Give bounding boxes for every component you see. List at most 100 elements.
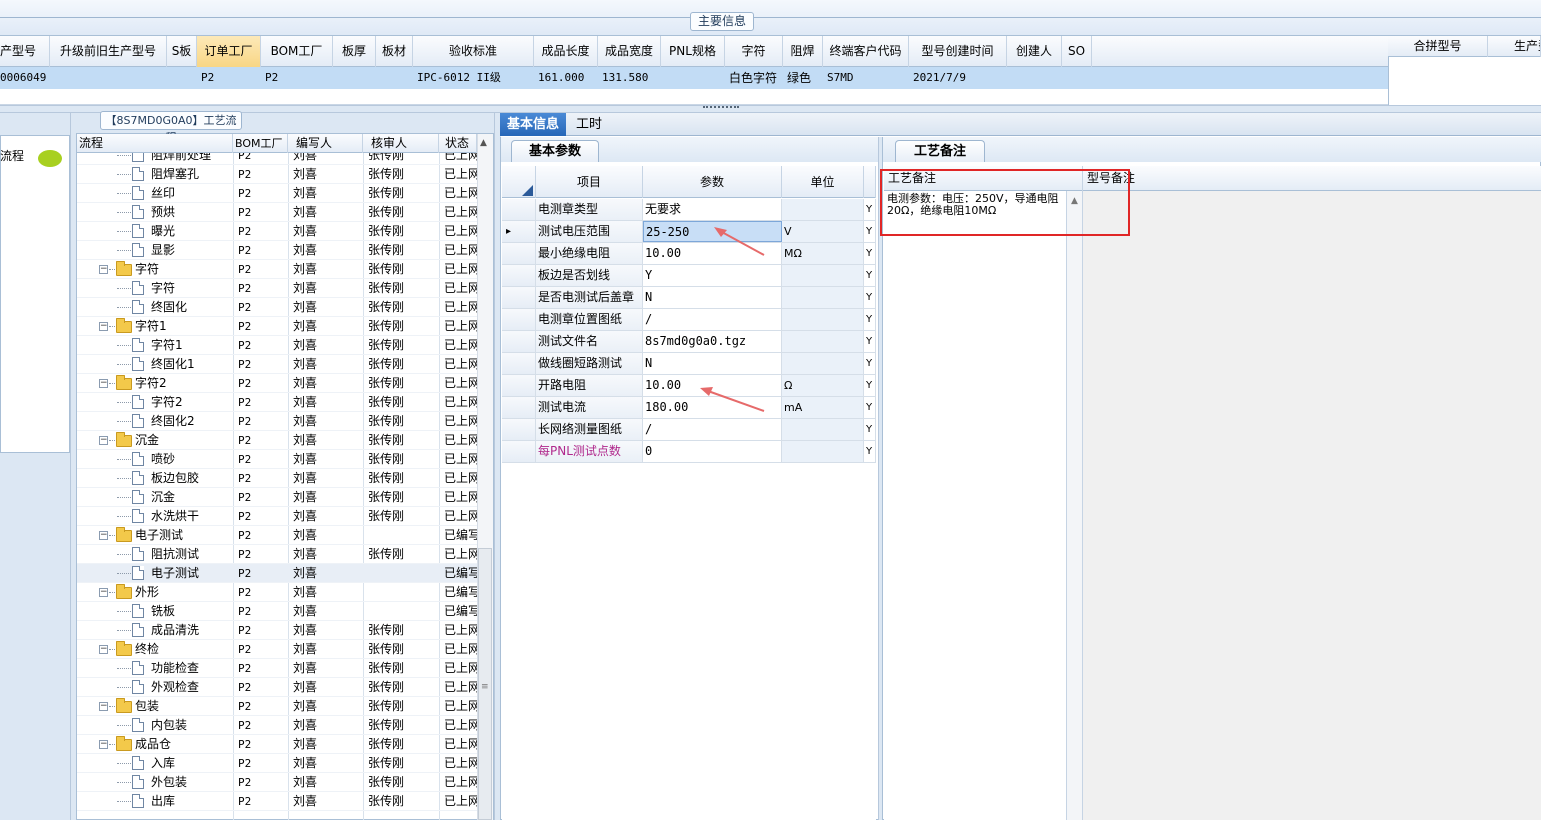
cell-10[interactable] <box>665 67 725 89</box>
cell-15[interactable] <box>1011 67 1062 89</box>
tree-row[interactable]: 出库 P2 刘喜 张传刚 已上网 <box>77 792 477 811</box>
tree-node-label[interactable]: 终固化 <box>151 298 241 317</box>
row-indicator[interactable] <box>502 243 536 264</box>
col-header-15[interactable]: 创建人 <box>1007 36 1062 67</box>
tree-row[interactable]: 终固化2 P2 刘喜 张传刚 已上网 <box>77 412 477 431</box>
tree-node-label[interactable]: 成品仓 <box>135 735 225 754</box>
tree-row[interactable]: − 成品仓 P2 刘喜 张传刚 已上网 <box>77 735 477 754</box>
param-row[interactable]: 长网络测量图纸 / Y <box>502 419 876 441</box>
tree-row[interactable]: 字符2 P2 刘喜 张传刚 已上网 <box>77 393 477 412</box>
tree-node-label[interactable]: 电子测试 <box>151 564 241 583</box>
tree-row[interactable]: 外观检查 P2 刘喜 张传刚 已上网 <box>77 678 477 697</box>
scroll-up-arrow-icon[interactable]: ▲ <box>480 138 487 148</box>
remark-scrollbar[interactable] <box>1067 191 1083 820</box>
tree-node-label[interactable]: 沉金 <box>135 431 225 450</box>
param-value-field[interactable]: 0 <box>643 441 782 462</box>
collapse-toggle-icon[interactable]: − <box>99 588 108 597</box>
row-indicator[interactable] <box>502 419 536 440</box>
tree-node-label[interactable]: 外包装 <box>151 773 241 792</box>
tree-row[interactable]: − 包装 P2 刘喜 张传刚 已上网 <box>77 697 477 716</box>
tree-row[interactable]: 丝印 P2 刘喜 张传刚 已上网 <box>77 184 477 203</box>
tree-node-label[interactable]: 字符 <box>151 279 241 298</box>
row-indicator[interactable] <box>502 441 536 462</box>
collapse-toggle-icon[interactable]: − <box>99 436 108 445</box>
col-model-remark[interactable]: 型号备注 <box>1083 166 1541 191</box>
col-status[interactable]: 状态 <box>439 134 477 153</box>
tree-node-label[interactable]: 显影 <box>151 241 241 260</box>
tree-node-label[interactable]: 阻焊前处理 <box>151 153 241 165</box>
cell-5[interactable] <box>337 67 376 89</box>
cell-6[interactable] <box>380 67 413 89</box>
tree-node-label[interactable]: 外观检查 <box>151 678 241 697</box>
param-row[interactable]: 测试文件名 8s7md0g0a0.tgz Y <box>502 331 876 353</box>
tree-row[interactable]: 阻焊前处理 P2 刘喜 张传刚 已上网 <box>77 153 477 165</box>
tree-row[interactable]: 板边包胶 P2 刘喜 张传刚 已上网 <box>77 469 477 488</box>
col-header-4[interactable]: BOM工厂 <box>261 36 333 67</box>
param-row[interactable]: 电测章位置图纸 / Y <box>502 309 876 331</box>
cell-2[interactable] <box>171 67 197 89</box>
param-value-field[interactable]: 8s7md0g0a0.tgz <box>643 331 782 352</box>
row-indicator[interactable] <box>502 287 536 308</box>
tree-row[interactable]: 预烘 P2 刘喜 张传刚 已上网 <box>77 203 477 222</box>
param-row[interactable]: 做线圈短路测试 N Y <box>502 353 876 375</box>
process-remark-cell[interactable] <box>884 191 1067 820</box>
splitter-grip-icon[interactable] <box>703 106 739 111</box>
tree-row[interactable]: 入库 P2 刘喜 张传刚 已上网 <box>77 754 477 773</box>
tab-work-hours[interactable]: 工时 <box>566 113 612 136</box>
tree-node-label[interactable]: 沉金 <box>151 488 241 507</box>
tree-row[interactable]: 内包装 P2 刘喜 张传刚 已上网 <box>77 716 477 735</box>
tree-node-label[interactable]: 字符1 <box>135 317 225 336</box>
tree-row[interactable]: − 字符1 P2 刘喜 张传刚 已上网 <box>77 317 477 336</box>
cell-9[interactable]: 131.580 <box>602 67 661 89</box>
row-indicator[interactable] <box>502 265 536 286</box>
cell-1[interactable] <box>54 67 167 89</box>
cell-7[interactable]: IPC-6012 II级 <box>417 67 534 89</box>
tree-row[interactable]: 铣板 P2 刘喜 已编写 <box>77 602 477 621</box>
tree-row[interactable]: 阻焊塞孔 P2 刘喜 张传刚 已上网 <box>77 165 477 184</box>
cell-13[interactable]: S7MD <box>827 67 909 89</box>
col-header-12[interactable]: 阻焊 <box>783 36 823 67</box>
chat-bubble-icon[interactable] <box>38 150 62 167</box>
cell-3[interactable]: P2 <box>201 67 261 89</box>
collapse-toggle-icon[interactable]: − <box>99 322 108 331</box>
tree-node-label[interactable]: 水洗烘干 <box>151 507 241 526</box>
tree-node-label[interactable]: 电子测试 <box>135 526 225 545</box>
tree-row[interactable]: 曝光 P2 刘喜 张传刚 已上网 <box>77 222 477 241</box>
collapse-toggle-icon[interactable]: − <box>99 702 108 711</box>
tree-node-label[interactable]: 功能检查 <box>151 659 241 678</box>
left-nav-title[interactable]: 流程 <box>0 147 24 164</box>
param-row[interactable]: 开路电阻 10.00 Ω Y <box>502 375 876 397</box>
subtab-process-remarks[interactable]: 工艺备注 <box>895 140 985 162</box>
cell-0[interactable]: 00060497 <box>0 67 46 89</box>
col-header-13[interactable]: 终端客户代码 <box>823 36 909 67</box>
param-row[interactable]: 电测章类型 无要求 Y <box>502 199 876 221</box>
tree-node-label[interactable]: 丝印 <box>151 184 241 203</box>
tree-node-label[interactable]: 终检 <box>135 640 225 659</box>
row-indicator[interactable] <box>502 199 536 220</box>
tree-node-label[interactable]: 阻抗测试 <box>151 545 241 564</box>
tree-row[interactable]: 字符1 P2 刘喜 张传刚 已上网 <box>77 336 477 355</box>
tree-node-label[interactable]: 预烘 <box>151 203 241 222</box>
tree-row[interactable]: − 字符 P2 刘喜 张传刚 已上网 <box>77 260 477 279</box>
col-header-10[interactable]: PNL规格 <box>661 36 725 67</box>
param-row[interactable]: 每PNL测试点数 0 Y <box>502 441 876 463</box>
col-writer[interactable]: 编写人 <box>288 134 363 153</box>
tree-node-label[interactable]: 终固化1 <box>151 355 241 374</box>
col-header-5[interactable]: 板厚 <box>333 36 376 67</box>
collapse-toggle-icon[interactable]: − <box>99 740 108 749</box>
subtab-basic-params[interactable]: 基本参数 <box>511 140 599 162</box>
row-indicator[interactable] <box>502 353 536 374</box>
col-param[interactable]: 参数 <box>643 166 782 198</box>
col-header-7[interactable]: 验收标准 <box>413 36 534 67</box>
col-header-0[interactable]: 产型号 <box>0 36 50 67</box>
cell-14[interactable]: 2021/7/9 <box>913 67 1007 89</box>
cell-12[interactable]: 绿色 <box>787 67 823 89</box>
model-grid-row[interactable]: 00060497 P2P2 IPC-6012 II级161.000131.580 白色… <box>0 67 1388 89</box>
col-header-8[interactable]: 成品长度 <box>534 36 598 67</box>
model-remark-cell[interactable] <box>1083 191 1541 820</box>
collapse-toggle-icon[interactable]: − <box>99 379 108 388</box>
tree-node-label[interactable]: 阻焊塞孔 <box>151 165 241 184</box>
param-row[interactable]: 最小绝缘电阻 10.00 MΩ Y <box>502 243 876 265</box>
param-value-field[interactable]: Y <box>643 265 782 286</box>
row-indicator[interactable] <box>502 331 536 352</box>
